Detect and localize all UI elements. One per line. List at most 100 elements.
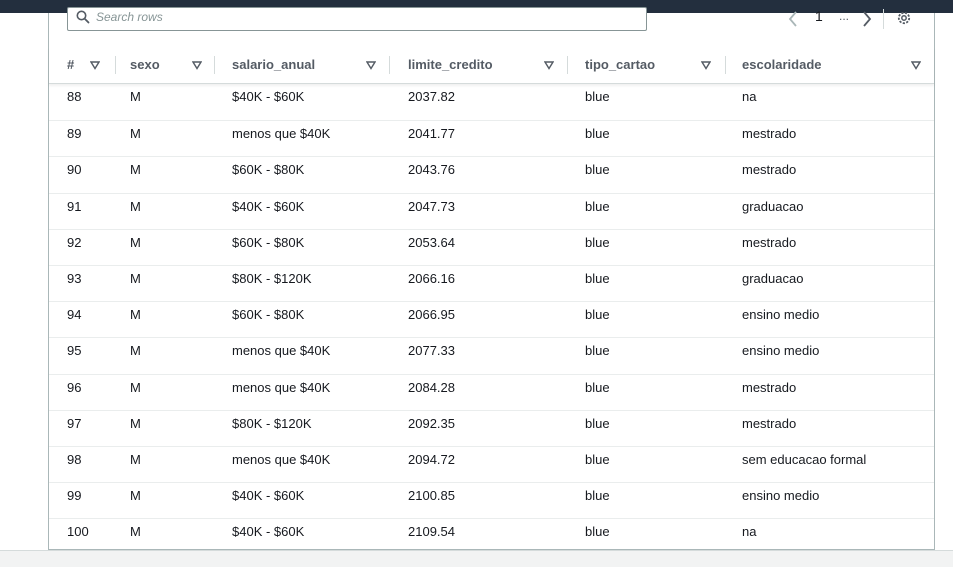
cell-escolaridade: sem educacao formal bbox=[742, 451, 867, 467]
table-row[interactable]: 95 Mmenos que $40K 2077.33 blue ensino medio bbox=[49, 337, 934, 373]
cell-index: 93 bbox=[67, 270, 82, 286]
cell-limite-credito: 2092.35 bbox=[408, 415, 455, 431]
cell-index: 89 bbox=[67, 126, 82, 142]
cell-escolaridade: graduacao bbox=[742, 198, 804, 214]
table-row[interactable]: 98 Mmenos que $40K 2094.72 blue sem educacao… bbox=[49, 445, 934, 482]
sort-down-icon[interactable] bbox=[544, 60, 554, 70]
cell-tipo-cartao: blue bbox=[585, 198, 610, 214]
sort-down-icon[interactable] bbox=[192, 60, 202, 70]
cell-salario-anual: menos que $40K bbox=[232, 343, 331, 359]
cell-tipo-cartao: blue bbox=[585, 126, 610, 142]
cell-limite-credito: 2100.85 bbox=[408, 488, 455, 504]
cell-escolaridade: mestrado bbox=[742, 126, 797, 142]
cell-salario-anual: $60K - $80K bbox=[232, 234, 305, 250]
cell-index: 96 bbox=[67, 379, 82, 395]
cell-tipo-cartao: blue bbox=[585, 415, 610, 431]
cell-limite-credito: 2084.28 bbox=[408, 379, 455, 395]
col-header-escolaridade[interactable]: escolaridade bbox=[742, 47, 927, 83]
cell-tipo-cartao: blue bbox=[585, 451, 610, 467]
cell-sexo: M bbox=[130, 198, 141, 214]
chevron-left-icon[interactable] bbox=[785, 9, 801, 29]
page-number[interactable]: 1 bbox=[815, 8, 823, 24]
search-input[interactable] bbox=[96, 8, 636, 26]
table-row[interactable]: 90 M $60K - $80K 2043.76 blue mestrado bbox=[49, 156, 934, 192]
sort-down-icon[interactable] bbox=[911, 60, 921, 70]
table-header: # sexo salario_anual limite_credito tipo… bbox=[49, 47, 934, 84]
cell-limite-credito: 2047.73 bbox=[408, 198, 455, 214]
search-icon bbox=[76, 10, 90, 24]
table-row[interactable]: 92 M $60K - $80K 2053.64 blue mestrado bbox=[49, 228, 934, 265]
cell-limite-credito: 2077.33 bbox=[408, 343, 455, 359]
sort-down-icon[interactable] bbox=[701, 60, 711, 70]
cell-sexo: M bbox=[130, 343, 141, 359]
cell-sexo: M bbox=[130, 488, 141, 504]
col-header-limite-credito[interactable]: limite_credito bbox=[408, 47, 568, 83]
cell-index: 92 bbox=[67, 234, 82, 250]
search-box[interactable] bbox=[67, 7, 647, 31]
col-header-tipo-cartao[interactable]: tipo_cartao bbox=[585, 47, 726, 83]
cell-escolaridade: ensino medio bbox=[742, 343, 820, 359]
cell-salario-anual: $60K - $80K bbox=[232, 307, 305, 323]
cell-index: 99 bbox=[67, 488, 82, 504]
column-divider[interactable] bbox=[725, 56, 726, 74]
cell-salario-anual: menos que $40K bbox=[232, 379, 331, 395]
cell-tipo-cartao: blue bbox=[585, 162, 610, 178]
table-row[interactable]: 96 Mmenos que $40K 2084.28 blue mestrado bbox=[49, 373, 934, 410]
cell-salario-anual: $80K - $120K bbox=[232, 415, 312, 431]
cell-limite-credito: 2066.16 bbox=[408, 270, 455, 286]
cell-limite-credito: 2043.76 bbox=[408, 162, 455, 178]
cell-index: 98 bbox=[67, 451, 82, 467]
cell-escolaridade: na bbox=[742, 89, 757, 104]
cell-escolaridade: ensino medio bbox=[742, 488, 820, 504]
cell-tipo-cartao: blue bbox=[585, 343, 610, 359]
table-row[interactable]: 88 M $40K - $60K 2037.82 blue na bbox=[49, 84, 934, 120]
cell-tipo-cartao: blue bbox=[585, 379, 610, 395]
cell-salario-anual: menos que $40K bbox=[232, 451, 331, 467]
cell-sexo: M bbox=[130, 234, 141, 250]
cell-sexo: M bbox=[130, 162, 141, 178]
column-divider[interactable] bbox=[115, 56, 116, 74]
cell-limite-credito: 2094.72 bbox=[408, 451, 455, 467]
cell-index: 97 bbox=[67, 415, 82, 431]
cell-limite-credito: 2053.64 bbox=[408, 234, 455, 250]
cell-index: 94 bbox=[67, 307, 82, 323]
table-row[interactable]: 93 M $80K - $120K 2066.16 blue graduacao bbox=[49, 264, 934, 301]
cell-tipo-cartao: blue bbox=[585, 234, 610, 250]
cell-salario-anual: menos que $40K bbox=[232, 126, 331, 142]
cell-sexo: M bbox=[130, 126, 141, 142]
table-row[interactable]: 91 M $40K - $60K 2047.73 blue graduacao bbox=[49, 192, 934, 229]
table-row[interactable]: 99 M $40K - $60K 2100.85 blue ensino medio bbox=[49, 482, 934, 518]
cell-sexo: M bbox=[130, 451, 141, 467]
chevron-right-icon[interactable] bbox=[859, 9, 875, 29]
table-row[interactable]: 89 Mmenos que $40K 2041.77 blue mestrado bbox=[49, 120, 934, 156]
cell-escolaridade: mestrado bbox=[742, 234, 797, 250]
cell-tipo-cartao: blue bbox=[585, 488, 610, 504]
table-row[interactable]: 100 M $40K - $60K 2109.54 blue na bbox=[49, 518, 934, 554]
col-header-salario-anual[interactable]: salario_anual bbox=[232, 47, 390, 83]
cell-escolaridade: ensino medio bbox=[742, 307, 820, 323]
cell-index: 95 bbox=[67, 343, 82, 359]
cell-salario-anual: $40K - $60K bbox=[232, 488, 305, 504]
cell-index: 90 bbox=[67, 162, 82, 178]
cell-escolaridade: mestrado bbox=[742, 379, 797, 395]
cell-sexo: M bbox=[130, 415, 141, 431]
table-row[interactable]: 94 M $60K - $80K 2066.95 blue ensino medio bbox=[49, 301, 934, 337]
table-row[interactable]: 97 M $80K - $120K 2092.35 blue mestrado bbox=[49, 409, 934, 446]
col-header-sexo[interactable]: sexo bbox=[130, 47, 215, 83]
sort-down-icon[interactable] bbox=[90, 60, 100, 70]
column-divider[interactable] bbox=[214, 56, 215, 74]
page-ellipsis: ... bbox=[839, 9, 850, 23]
column-divider[interactable] bbox=[389, 56, 390, 74]
cell-sexo: M bbox=[130, 89, 141, 104]
gear-icon[interactable] bbox=[895, 9, 913, 27]
cell-salario-anual: $40K - $60K bbox=[232, 198, 305, 214]
cell-tipo-cartao: blue bbox=[585, 307, 610, 323]
cell-limite-credito: 2037.82 bbox=[408, 89, 455, 104]
cell-escolaridade: mestrado bbox=[742, 162, 797, 178]
col-header-index[interactable]: # bbox=[67, 47, 117, 83]
sort-down-icon[interactable] bbox=[366, 60, 376, 70]
column-divider[interactable] bbox=[567, 56, 568, 74]
cell-escolaridade: graduacao bbox=[742, 270, 804, 286]
cell-limite-credito: 2066.95 bbox=[408, 307, 455, 323]
cell-sexo: M bbox=[130, 379, 141, 395]
